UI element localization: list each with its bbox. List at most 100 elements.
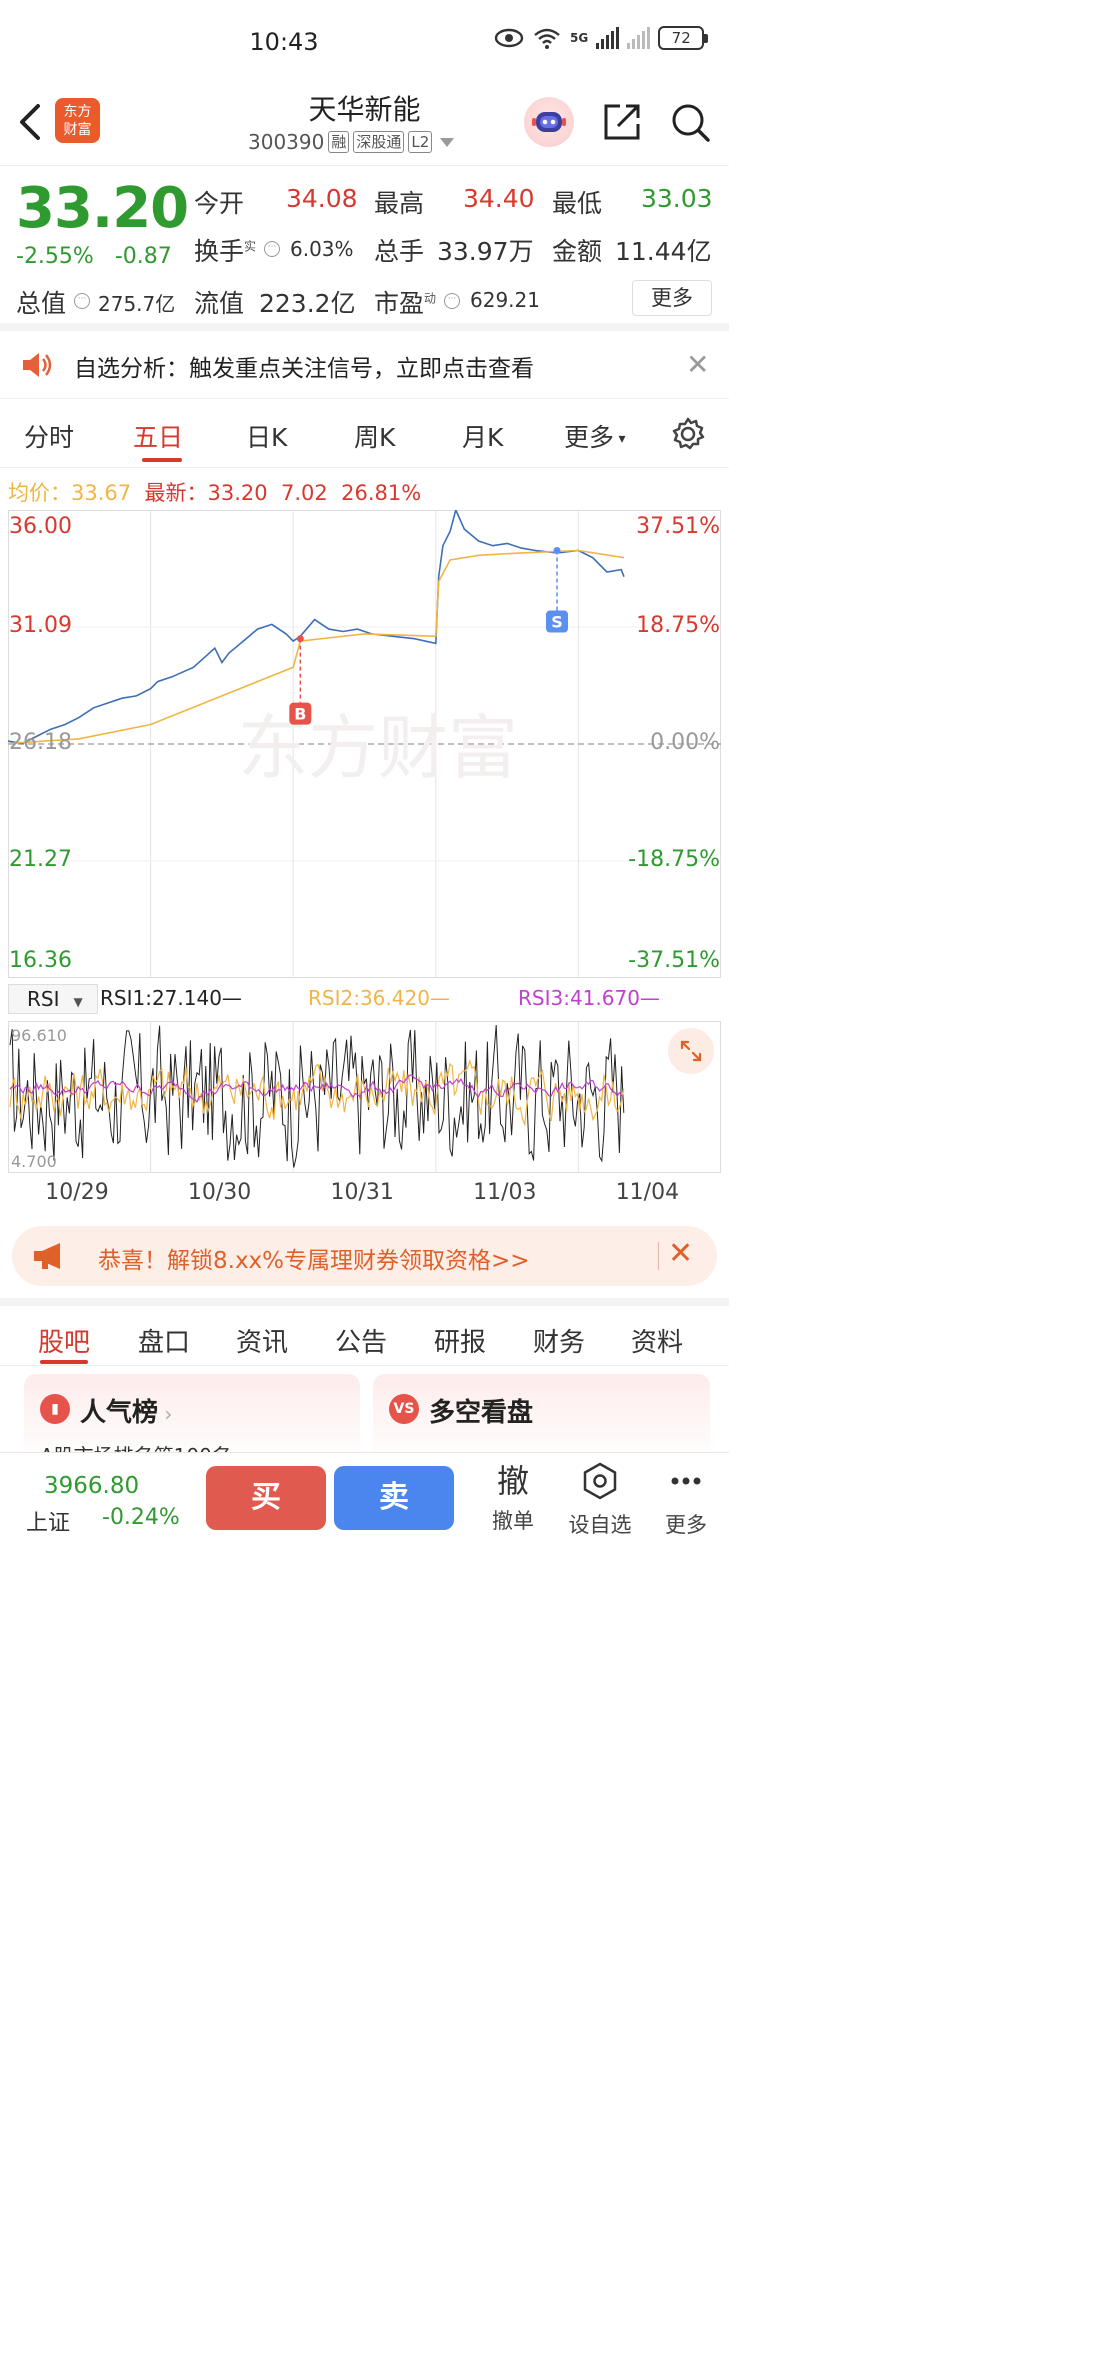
status-bar: 10:43 5G 72 <box>0 0 729 88</box>
long-short-title: 多空看盘 <box>429 1398 534 1428</box>
cancel-order-button[interactable]: 撤 撤单 <box>478 1461 548 1535</box>
tab-announcements[interactable]: 公告 <box>335 1322 387 1359</box>
pe-value: 629.21 <box>470 288 540 312</box>
signal-sim2-icon <box>627 27 651 49</box>
dropdown-icon <box>440 137 455 147</box>
y-axis-right-label: -37.51% <box>628 948 720 973</box>
buy-button[interactable]: 买 <box>206 1466 326 1530</box>
latest-label: 最新： <box>144 481 208 505</box>
tab-five-day[interactable]: 五日 <box>133 418 183 454</box>
tab-more-label: 更多 <box>564 423 615 452</box>
rsi-legend-bar: RSI ▼ RSI1:27.140— RSI2:36.420— RSI3:41.6… <box>8 984 721 1016</box>
y-axis-left-label: 31.09 <box>9 613 72 638</box>
x-axis-date-label: 11/04 <box>615 1180 680 1205</box>
notice-text: 自选分析：触发重点关注信号，立即点击查看 <box>74 356 534 382</box>
cancel-order-label: 撤单 <box>492 1509 534 1533</box>
hexagon-settings-icon <box>583 1462 617 1500</box>
chevron-right-icon: › <box>158 1402 173 1426</box>
tab-intraday[interactable]: 分时 <box>24 418 74 454</box>
close-icon[interactable]: ✕ <box>686 351 709 379</box>
content-tabs: 股吧 盘口 资讯 公告 研报 财务 资料 <box>0 1298 729 1366</box>
expand-chart-button[interactable] <box>668 1028 714 1074</box>
caret-down-icon: ▼ <box>73 995 83 1009</box>
popularity-card[interactable]: ▮ 人气榜 › A股市场排名第100名 <box>24 1374 360 1468</box>
share-icon[interactable] <box>600 100 644 144</box>
pe-label-text: 市盈 <box>374 289 425 318</box>
price-change-row: -2.55% -0.87 <box>16 244 172 269</box>
high-label: 最高 <box>374 189 425 218</box>
tab-financials[interactable]: 财务 <box>533 1322 585 1359</box>
mktcap-label: 总值 <box>16 289 67 318</box>
latest-value: 33.20 <box>207 481 268 505</box>
stock-code-row[interactable]: 300390 融 深股通 L2 <box>248 130 455 154</box>
signal-icon <box>596 27 620 49</box>
bottom-toolbar: 3966.80 上证 -0.24% 买 卖 撤 撤单 设自选 更多 <box>0 1452 729 1568</box>
info-icon[interactable]: ··· <box>444 290 460 309</box>
tab-monthly-k[interactable]: 月K <box>462 418 503 454</box>
marker-label: B <box>294 705 306 724</box>
more-quote-button[interactable]: 更多 <box>632 280 712 316</box>
float-label: 流值 <box>194 289 245 318</box>
low-label: 最低 <box>552 189 603 218</box>
x-axis-date-label: 10/31 <box>330 1180 394 1205</box>
tab-profile[interactable]: 资料 <box>631 1322 683 1359</box>
top-nav: 东方 财富 天华新能 300390 融 深股通 L2 <box>0 88 729 166</box>
avg-label: 均价： <box>8 481 71 505</box>
watermark: 东方财富 <box>238 707 518 789</box>
promo-text: 恭喜！解锁8.xx%专属理财券领取资格>> <box>98 1248 530 1274</box>
tab-news[interactable]: 资讯 <box>236 1322 288 1359</box>
rsi1-legend: RSI1:27.140— <box>100 986 242 1010</box>
tab-weekly-k[interactable]: 周K <box>354 418 395 454</box>
info-icon[interactable]: ··· <box>74 290 90 309</box>
signal-notice-bar[interactable]: 自选分析：触发重点关注信号，立即点击查看 ✕ <box>0 331 729 399</box>
add-watchlist-button[interactable]: 设自选 <box>565 1461 635 1539</box>
popularity-title: 人气榜 › <box>80 1392 172 1429</box>
tab-research[interactable]: 研报 <box>434 1322 486 1359</box>
volume-label: 总手 <box>374 237 425 266</box>
vs-icon: VS <box>389 1394 419 1424</box>
tab-guba[interactable]: 股吧 <box>38 1322 90 1359</box>
x-axis-date-label: 10/30 <box>187 1180 252 1205</box>
volume-value: 33.97万 <box>437 237 534 266</box>
megaphone-icon <box>34 1243 60 1269</box>
battery-icon: 72 <box>658 26 709 50</box>
more-menu-label: 更多 <box>665 1513 707 1537</box>
five-day-price-chart[interactable]: 东方财富 B S <box>8 510 721 978</box>
add-watchlist-label: 设自选 <box>568 1513 632 1537</box>
long-short-card[interactable]: VS 多空看盘 <box>373 1374 710 1464</box>
marker-dot <box>296 635 304 643</box>
marker-dot <box>553 547 561 555</box>
sell-button[interactable]: 卖 <box>334 1466 454 1530</box>
y-axis-right-label: 18.75% <box>636 613 720 638</box>
connect-tag: 深股通 <box>353 131 405 153</box>
expand-icon <box>680 1040 702 1062</box>
mktcap-value: 275.7亿 <box>98 292 176 316</box>
promo-banner[interactable]: 恭喜！解锁8.xx%专属理财券领取资格>> ✕ <box>12 1226 717 1286</box>
rsi-chart[interactable]: 96.610 4.700 <box>8 1021 721 1173</box>
tab-daily-k[interactable]: 日K <box>246 418 287 454</box>
search-icon[interactable] <box>668 100 712 144</box>
change-amount: -0.87 <box>114 244 172 269</box>
current-price: 33.20 <box>16 176 189 241</box>
ai-assistant-icon[interactable] <box>524 97 574 147</box>
index-value[interactable]: 3966.80 <box>44 1473 139 1499</box>
amount-label: 金额 <box>552 237 603 266</box>
info-icon[interactable]: ··· <box>264 238 280 257</box>
l2-tag: L2 <box>408 131 433 153</box>
speaker-icon <box>23 353 52 377</box>
indicator-select[interactable]: RSI ▼ <box>8 984 98 1014</box>
settings-gear-icon[interactable] <box>670 416 706 452</box>
change-percent: -2.55% <box>16 244 94 269</box>
active-tab-indicator <box>142 458 182 462</box>
tab-orderbook[interactable]: 盘口 <box>138 1322 190 1359</box>
high-value: 34.40 <box>463 184 535 213</box>
quote-panel: 33.20 -2.55% -0.87 今开 34.08 最高 34.40 最低 … <box>0 166 729 331</box>
range-percent: 26.81% <box>341 481 422 505</box>
chart-info-line: 均价：33.67 最新：33.20 7.02 26.81% <box>8 477 421 507</box>
tab-more[interactable]: 更多 ▾ <box>564 418 626 454</box>
more-menu-button[interactable]: 更多 <box>651 1461 721 1539</box>
amount-value: 11.44亿 <box>615 237 712 266</box>
rsi-min-label: 4.700 <box>11 1152 57 1171</box>
low-value: 33.03 <box>641 184 713 213</box>
close-icon[interactable]: ✕ <box>668 1236 693 1271</box>
